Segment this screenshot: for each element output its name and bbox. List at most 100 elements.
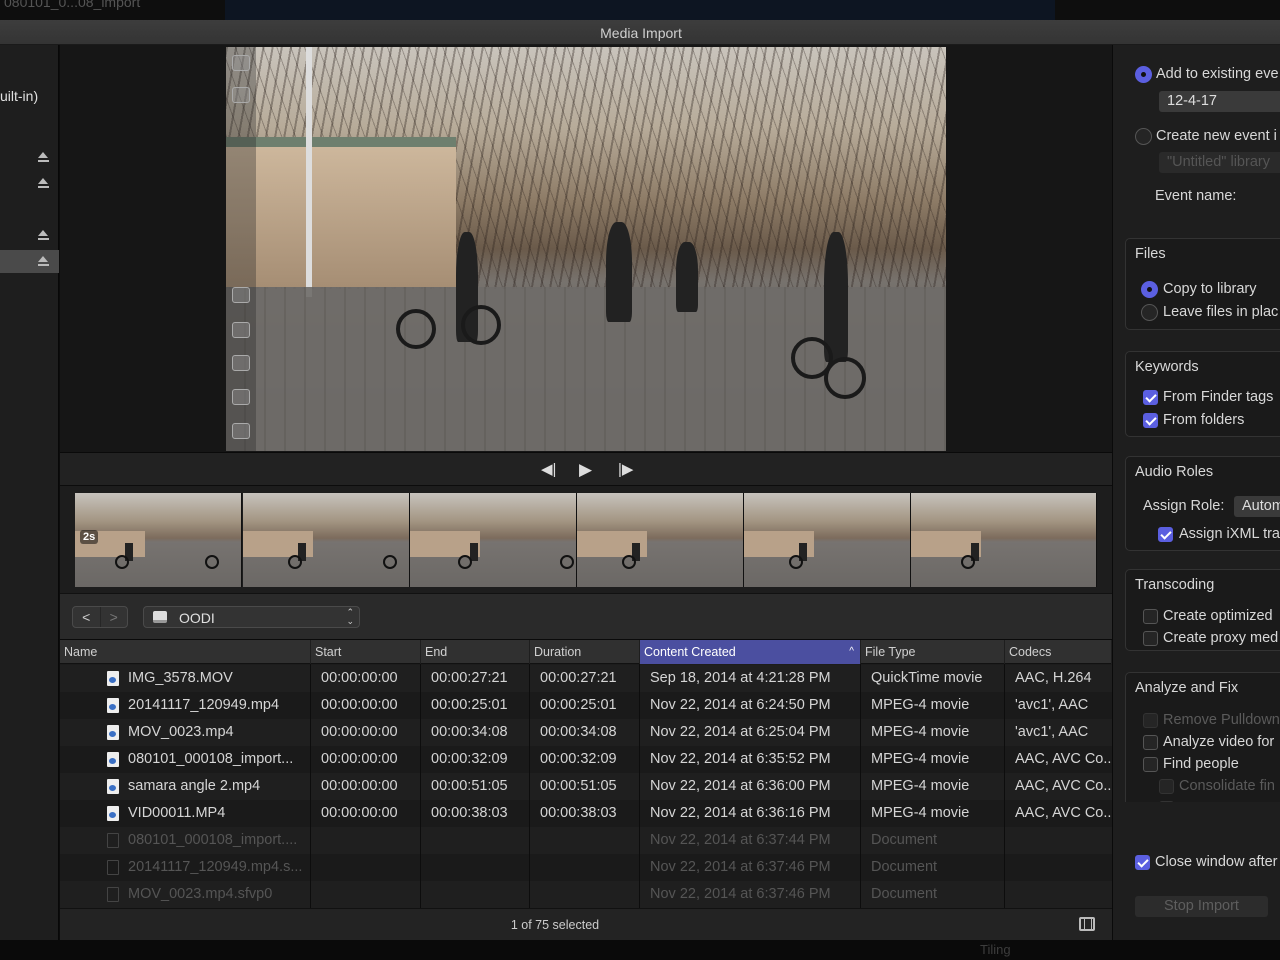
cell-end (421, 881, 530, 908)
filmstrip-view-icon[interactable] (1079, 917, 1095, 931)
add-existing-radio[interactable] (1135, 66, 1152, 83)
folders-label[interactable]: From folders (1163, 412, 1244, 428)
find-people-label[interactable]: Find people (1163, 756, 1239, 772)
device-sidebar: uilt-in) (0, 45, 59, 940)
filmstrip-frame[interactable] (911, 493, 1097, 587)
ixml-checkbox[interactable] (1158, 527, 1173, 542)
cell-start: 00:00:00:00 (321, 751, 398, 767)
create-new-label[interactable]: Create new event i (1156, 128, 1277, 144)
table-row[interactable]: MOV_0023.mp4 00:00:00:00 00:00:34:08 00:00:… (60, 719, 1112, 746)
next-icon[interactable]: |▶︎ (618, 462, 633, 477)
cell-name: 080101_000108_import.... (128, 832, 298, 848)
filmstrip-frame[interactable]: 2s (75, 493, 242, 587)
cell-created: Nov 22, 2014 at 6:37:46 PM (650, 859, 831, 875)
column-header-duration[interactable]: Duration (530, 640, 640, 664)
pulldown-label: Remove Pulldown (1163, 712, 1280, 728)
consolidate-label: Consolidate fin (1179, 778, 1275, 794)
column-header-name[interactable]: Name (60, 640, 311, 664)
location-value: OODI (179, 610, 215, 626)
table-row[interactable]: 080101_000108_import.... Nov 22, 2014 at … (60, 827, 1112, 854)
column-header-start[interactable]: Start (311, 640, 421, 664)
column-header-created[interactable]: Content Created ^ (640, 640, 861, 664)
eject-icon[interactable] (38, 178, 49, 190)
table-row[interactable]: 080101_000108_import... 00:00:00:00 00:00:… (60, 746, 1112, 773)
event-select[interactable]: 12-4-17 (1159, 91, 1280, 112)
eject-icon[interactable] (38, 256, 49, 268)
smart-collections-checkbox[interactable] (1159, 801, 1174, 802)
cell-end: 00:00:34:08 (431, 724, 508, 740)
folders-checkbox[interactable] (1143, 413, 1158, 428)
analyze-audio-checkbox[interactable] (1143, 823, 1158, 838)
optimized-label[interactable]: Create optimized (1163, 608, 1273, 624)
forward-button[interactable]: > (99, 607, 128, 627)
column-header-type[interactable]: File Type (861, 640, 1005, 664)
finder-tags-checkbox[interactable] (1143, 390, 1158, 405)
transcoding-group: Transcoding Create optimized Create prox… (1125, 569, 1280, 651)
back-button[interactable]: < (73, 607, 100, 627)
filmstrip[interactable]: 2s (60, 485, 1112, 593)
eject-icon[interactable] (38, 230, 49, 242)
cell-type: MPEG-4 movie (871, 724, 970, 740)
movie-file-icon (107, 752, 119, 767)
analyze-audio-label[interactable]: Analyze and fix au (1163, 822, 1280, 838)
previous-icon[interactable]: ◀︎| (541, 462, 556, 477)
library-select[interactable]: "Untitled" library (1159, 152, 1280, 173)
cell-start: 00:00:00:00 (321, 697, 398, 713)
assign-role-label: Assign Role: (1143, 498, 1225, 514)
table-row[interactable]: MOV_0023.mp4.sfvp0 Nov 22, 2014 at 6:37:4… (60, 881, 1112, 908)
filmstrip-frame[interactable] (243, 493, 410, 587)
table-row[interactable]: samara angle 2.mp4 00:00:00:00 00:00:51:05… (60, 773, 1112, 800)
sort-ascending-icon[interactable]: ^ (849, 640, 854, 664)
filmstrip-frame[interactable] (410, 493, 577, 587)
cell-duration: 00:00:27:21 (540, 670, 617, 686)
eject-icon[interactable] (38, 152, 49, 164)
close-after-checkbox[interactable] (1135, 855, 1150, 870)
video-preview[interactable] (226, 47, 946, 451)
finder-tags-label[interactable]: From Finder tags (1163, 389, 1273, 405)
cell-name: MOV_0023.mp4 (128, 724, 234, 740)
assign-role-select[interactable]: Autom (1234, 496, 1280, 517)
leave-in-place-label[interactable]: Leave files in plac (1163, 304, 1278, 320)
sidebar-selected-row[interactable] (0, 250, 59, 273)
optimized-checkbox[interactable] (1143, 609, 1158, 624)
proxy-label[interactable]: Create proxy med (1163, 630, 1278, 646)
analyze-video-label[interactable]: Analyze video for (1163, 734, 1274, 750)
create-new-radio[interactable] (1135, 128, 1152, 145)
play-icon[interactable]: ▶︎ (579, 461, 592, 478)
cell-duration (530, 827, 640, 854)
cell-type: Document (871, 832, 938, 848)
filmstrip-frame[interactable] (744, 493, 911, 587)
table-row[interactable]: 20141117_120949.mp4 00:00:00:00 00:00:25:0… (60, 692, 1112, 719)
find-people-checkbox[interactable] (1143, 757, 1158, 772)
cell-duration: 00:00:25:01 (540, 697, 617, 713)
cell-duration: 00:00:34:08 (540, 724, 617, 740)
filmstrip-frame[interactable] (577, 493, 744, 587)
analyze-video-checkbox[interactable] (1143, 735, 1158, 750)
proxy-checkbox[interactable] (1143, 631, 1158, 646)
status-bar: 1 of 75 selected (60, 908, 1112, 940)
add-existing-label[interactable]: Add to existing eve (1156, 66, 1279, 82)
pulldown-checkbox[interactable] (1143, 713, 1158, 728)
consolidate-checkbox[interactable] (1159, 779, 1174, 794)
sidebar-item-label[interactable]: uilt-in) (0, 88, 38, 104)
table-row[interactable]: 20141117_120949.mp4.s... Nov 22, 2014 at … (60, 854, 1112, 881)
leave-in-place-radio[interactable] (1141, 304, 1158, 321)
copy-to-library-radio[interactable] (1141, 281, 1158, 298)
close-after-label[interactable]: Close window after (1155, 854, 1278, 870)
table-header: Name Start End Duration Content Created ^ File… (60, 639, 1112, 664)
cell-codecs: AAC, AVC Co... (1015, 778, 1112, 794)
table-row[interactable]: VID00011.MP4 00:00:00:00 00:00:38:03 00:00:… (60, 800, 1112, 827)
analyze-group: Analyze and Fix Remove Pulldown Analyze … (1125, 672, 1280, 838)
table-row[interactable]: IMG_3578.MOV 00:00:00:00 00:00:27:21 00:00:… (60, 665, 1112, 692)
stop-import-button[interactable]: Stop Import (1135, 896, 1268, 917)
dock-label: Tiling (980, 942, 1011, 957)
location-select[interactable]: OODI ⌃ ⌄ (143, 606, 360, 628)
keywords-title: Keywords (1135, 359, 1199, 375)
cell-name: VID00011.MP4 (128, 805, 226, 821)
cell-end: 00:00:25:01 (431, 697, 508, 713)
ixml-label[interactable]: Assign iXML tra (1179, 526, 1280, 542)
column-header-end[interactable]: End (421, 640, 530, 664)
window-titlebar[interactable]: Media Import (0, 20, 1280, 45)
column-header-codecs[interactable]: Codecs (1005, 640, 1112, 664)
copy-to-library-label[interactable]: Copy to library (1163, 281, 1256, 297)
